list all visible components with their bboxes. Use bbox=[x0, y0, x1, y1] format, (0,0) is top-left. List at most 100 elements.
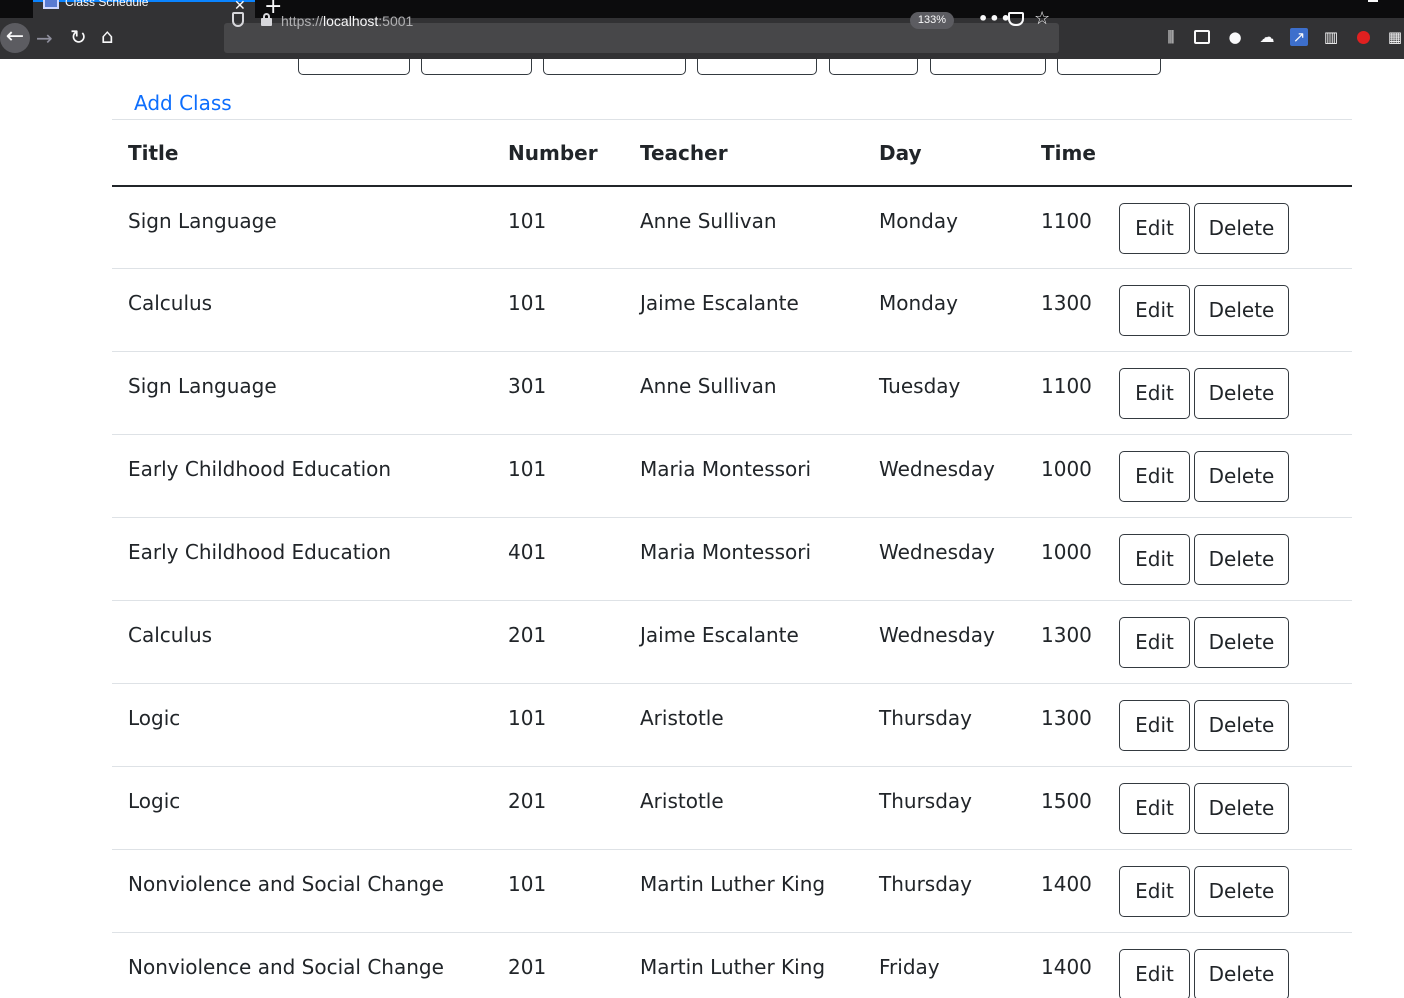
home-icon[interactable]: ⌂ bbox=[101, 24, 114, 48]
day-filter-button[interactable] bbox=[1057, 59, 1161, 75]
class-time: 1400 bbox=[1041, 955, 1092, 979]
class-number: 201 bbox=[508, 789, 547, 813]
forward-arrow-icon[interactable]: → bbox=[36, 26, 53, 50]
class-day: Thursday bbox=[879, 872, 972, 896]
tab-strip: Class Schedule ✕ + bbox=[0, 0, 1404, 19]
delete-button[interactable]: Delete bbox=[1194, 368, 1289, 419]
sync-icon[interactable]: ☁ bbox=[1258, 28, 1276, 46]
class-number: 401 bbox=[508, 540, 547, 564]
table-row: Logic 201 Aristotle Thursday 1500 Edit De… bbox=[112, 767, 1352, 850]
class-day: Wednesday bbox=[879, 457, 995, 481]
edit-button[interactable]: Edit bbox=[1119, 617, 1190, 668]
table-row: Logic 101 Aristotle Thursday 1300 Edit De… bbox=[112, 684, 1352, 767]
class-time: 1000 bbox=[1041, 457, 1092, 481]
edit-button[interactable]: Edit bbox=[1119, 866, 1190, 917]
library-icon[interactable]: ⫼ bbox=[1162, 28, 1180, 46]
account-icon[interactable]: ● bbox=[1226, 28, 1244, 46]
day-filter-bar bbox=[0, 59, 1404, 77]
class-title: Calculus bbox=[128, 623, 213, 647]
url-host: localhost bbox=[323, 13, 379, 29]
edit-button[interactable]: Edit bbox=[1119, 534, 1190, 585]
class-title: Calculus bbox=[128, 291, 213, 315]
delete-button[interactable]: Delete bbox=[1194, 949, 1289, 998]
table-row: Calculus 101 Jaime Escalante Monday 1300… bbox=[112, 269, 1352, 352]
minimize-window-icon[interactable] bbox=[1368, 0, 1378, 2]
delete-button[interactable]: Delete bbox=[1194, 866, 1289, 917]
day-filter-button[interactable] bbox=[697, 59, 817, 75]
class-teacher: Aristotle bbox=[640, 789, 724, 813]
sidebar-toggle-icon[interactable] bbox=[1194, 30, 1210, 44]
row-actions: Edit Delete bbox=[1119, 352, 1352, 435]
back-arrow-icon[interactable]: ← bbox=[0, 23, 30, 53]
class-time: 1300 bbox=[1041, 706, 1092, 730]
column-header-time: Time bbox=[1041, 141, 1096, 165]
class-title: Sign Language bbox=[128, 208, 277, 233]
row-actions: Edit Delete bbox=[1119, 435, 1352, 518]
edit-button[interactable]: Edit bbox=[1119, 949, 1190, 998]
extension-icon[interactable]: ↗ bbox=[1290, 28, 1308, 46]
extension-badge-icon[interactable] bbox=[1354, 28, 1372, 46]
tab-class-schedule[interactable]: Class Schedule bbox=[33, 0, 255, 18]
row-actions: Edit Delete bbox=[1119, 684, 1352, 767]
row-actions: Edit Delete bbox=[1119, 767, 1352, 850]
table-row: Early Childhood Education 101 Maria Mont… bbox=[112, 435, 1352, 518]
day-filter-button[interactable] bbox=[930, 59, 1046, 75]
class-teacher: Anne Sullivan bbox=[640, 208, 777, 233]
edit-button[interactable]: Edit bbox=[1119, 451, 1190, 502]
tracking-protection-icon[interactable] bbox=[232, 12, 244, 27]
table-row: Nonviolence and Social Change 201 Martin… bbox=[112, 933, 1352, 998]
delete-button[interactable]: Delete bbox=[1194, 202, 1289, 254]
column-header-actions bbox=[1119, 120, 1352, 186]
edit-button[interactable]: Edit bbox=[1119, 285, 1190, 336]
class-teacher: Jaime Escalante bbox=[640, 623, 799, 647]
class-teacher: Martin Luther King bbox=[640, 955, 826, 979]
class-number: 201 bbox=[508, 623, 547, 647]
class-teacher: Maria Montessori bbox=[640, 540, 812, 564]
table-row: Nonviolence and Social Change 101 Martin… bbox=[112, 850, 1352, 933]
reload-icon[interactable]: ↻ bbox=[70, 25, 87, 49]
row-actions: Edit Delete bbox=[1119, 269, 1352, 352]
extension-grid-icon[interactable]: ▥ bbox=[1322, 28, 1340, 46]
class-day: Friday bbox=[879, 955, 940, 979]
delete-button[interactable]: Delete bbox=[1194, 451, 1289, 502]
table-header: Title Number Teacher Day Time bbox=[112, 119, 1352, 186]
class-number: 101 bbox=[508, 208, 547, 233]
class-number: 301 bbox=[508, 374, 547, 398]
edit-button[interactable]: Edit bbox=[1119, 202, 1190, 254]
menu-icon[interactable]: ▦ bbox=[1386, 28, 1404, 46]
delete-button[interactable]: Delete bbox=[1194, 617, 1289, 668]
class-number: 101 bbox=[508, 706, 547, 730]
column-header-teacher: Teacher bbox=[640, 141, 728, 165]
bookmark-star-icon[interactable]: ☆ bbox=[1034, 8, 1050, 29]
edit-button[interactable]: Edit bbox=[1119, 368, 1190, 419]
url-text[interactable]: https://localhost:5001 bbox=[281, 13, 413, 29]
row-actions: Edit Delete bbox=[1119, 186, 1352, 269]
pocket-icon[interactable] bbox=[1008, 12, 1024, 26]
class-day: Thursday bbox=[879, 706, 972, 730]
zoom-level-badge[interactable]: 133% bbox=[910, 12, 954, 29]
class-time: 1100 bbox=[1041, 208, 1092, 233]
day-filter-button[interactable] bbox=[421, 59, 532, 75]
day-filter-button[interactable] bbox=[298, 59, 410, 75]
class-day: Monday bbox=[879, 208, 958, 233]
lock-icon[interactable] bbox=[261, 13, 272, 26]
class-day: Monday bbox=[879, 291, 958, 315]
edit-button[interactable]: Edit bbox=[1119, 783, 1190, 834]
add-class-link[interactable]: Add Class bbox=[134, 91, 232, 115]
edit-button[interactable]: Edit bbox=[1119, 700, 1190, 751]
page-actions-icon[interactable]: ••• bbox=[978, 9, 1012, 28]
column-header-day: Day bbox=[879, 141, 922, 165]
table-row: Sign Language 301 Anne Sullivan Tuesday … bbox=[112, 352, 1352, 435]
class-day: Wednesday bbox=[879, 623, 995, 647]
day-filter-button[interactable] bbox=[543, 59, 686, 75]
class-title: Early Childhood Education bbox=[128, 457, 392, 481]
delete-button[interactable]: Delete bbox=[1194, 534, 1289, 585]
delete-button[interactable]: Delete bbox=[1194, 700, 1289, 751]
day-filter-button[interactable] bbox=[829, 59, 918, 75]
delete-button[interactable]: Delete bbox=[1194, 285, 1289, 336]
delete-button[interactable]: Delete bbox=[1194, 783, 1289, 834]
class-teacher: Anne Sullivan bbox=[640, 374, 777, 398]
class-number: 101 bbox=[508, 457, 547, 481]
class-day: Tuesday bbox=[879, 374, 961, 398]
class-schedule-table: Title Number Teacher Day Time Sign Langu… bbox=[112, 119, 1352, 998]
